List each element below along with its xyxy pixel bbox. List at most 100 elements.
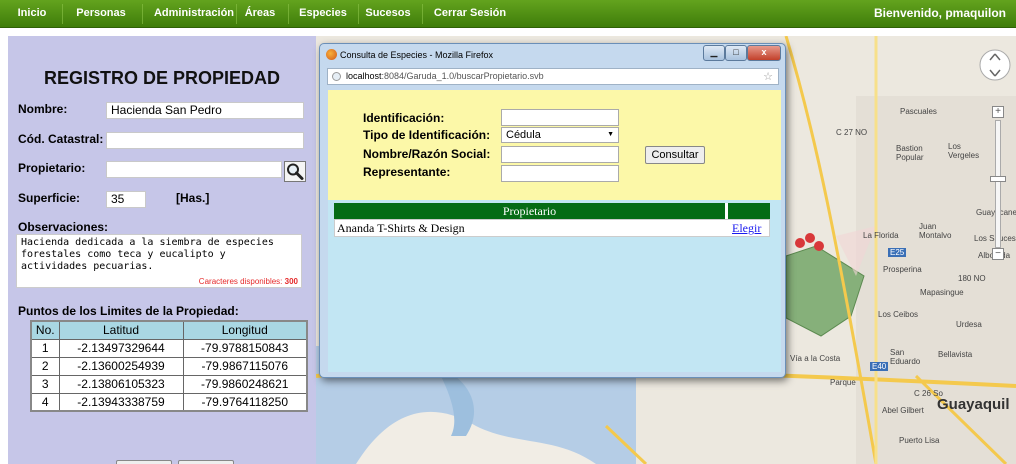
- top-nav: Inicio Personas Administración Áreas Esp…: [0, 0, 1016, 28]
- nav-especies[interactable]: Especies: [296, 0, 350, 28]
- map-label-abel-gilbert: Abel Gilbert: [882, 406, 924, 415]
- consultar-button[interactable]: Consultar: [645, 146, 705, 164]
- url-path: :8084/Garuda_1.0/buscarPropietario.svb: [381, 71, 544, 81]
- close-button[interactable]: x: [747, 45, 781, 61]
- nombre-field[interactable]: Hacienda San Pedro: [106, 102, 304, 119]
- table-row: 1 -2.13497329644 -79.9788150843: [30, 338, 308, 358]
- point-lon: -79.9867115076: [182, 356, 308, 376]
- nav-inicio[interactable]: Inicio: [10, 0, 54, 28]
- elegir-link[interactable]: Elegir: [732, 220, 761, 236]
- map-label-e25: E25: [888, 248, 907, 257]
- point-lat: -2.13600254939: [58, 356, 184, 376]
- chars-available-label: Caracteres disponibles:: [198, 277, 283, 286]
- map-label-puerto-lisa: Puerto Lisa: [899, 436, 940, 445]
- nombre-razon-field[interactable]: [501, 146, 619, 163]
- chevron-down-icon: ▼: [607, 131, 614, 138]
- zoom-out-button[interactable]: −: [992, 248, 1004, 260]
- map-label-e40: E40: [870, 362, 889, 371]
- col-latitud: Latitud: [58, 320, 184, 340]
- map-label-pascuales: Pascuales: [900, 107, 937, 116]
- point-no: 2: [30, 356, 60, 376]
- table-row: Ananda T-Shirts & Design Elegir: [334, 219, 770, 237]
- identificacion-label: Identificación:: [363, 111, 445, 125]
- superficie-unit: [Has.]: [176, 191, 210, 205]
- points-table: No. Latitud Longitud 1 -2.13497329644 -7…: [30, 320, 308, 412]
- map-label-via-costa: Vía a la Costa: [790, 354, 841, 363]
- tipo-select-value: Cédula: [506, 129, 541, 141]
- zoom-handle[interactable]: [990, 176, 1006, 182]
- points-title: Puntos de los Limites de la Propiedad:: [18, 304, 239, 318]
- cod-catastral-field[interactable]: [106, 132, 304, 149]
- point-lon: -79.9788150843: [182, 338, 308, 358]
- table-row: 4 -2.13943338759 -79.9764118250: [30, 392, 308, 412]
- save-button[interactable]: [116, 460, 172, 464]
- popup-title: Consulta de Especies - Mozilla Firefox: [340, 50, 494, 60]
- point-no: 4: [30, 392, 60, 412]
- point-lon: -79.9764118250: [182, 392, 308, 412]
- chars-available-count: 300: [284, 277, 298, 286]
- map-label-guayaquil: Guayaquil: [937, 396, 1010, 413]
- map-label-mapasingue: Mapasingue: [920, 288, 964, 297]
- propietario-field[interactable]: [106, 161, 282, 178]
- superficie-field[interactable]: 35: [106, 191, 146, 208]
- zoom-in-button[interactable]: +: [992, 106, 1004, 118]
- point-lat: -2.13943338759: [58, 392, 184, 412]
- col-longitud: Longitud: [182, 320, 308, 340]
- result-owner-name: Ananda T-Shirts & Design: [337, 221, 465, 235]
- point-no: 3: [30, 374, 60, 394]
- popup-content: Identificación: Tipo de Identificación: …: [328, 90, 781, 372]
- observaciones-label: Observaciones:: [18, 220, 109, 234]
- popup-window: Consulta de Especies - Mozilla Firefox ▁…: [319, 43, 786, 378]
- cod-catastral-label: Cód. Catastral:: [18, 132, 104, 146]
- map-label-c26: C 26 So: [914, 389, 943, 398]
- map-label-prosperina: Prosperina: [883, 265, 922, 274]
- nav-areas[interactable]: Áreas: [240, 0, 280, 28]
- minimize-button[interactable]: ▁: [703, 45, 725, 61]
- firefox-icon: [326, 49, 337, 60]
- globe-icon: [332, 72, 341, 81]
- map-pan-control[interactable]: [978, 48, 1012, 82]
- representante-label: Representante:: [363, 165, 451, 179]
- map-label-c27: C 27 NO: [836, 128, 868, 137]
- results-header: Propietario: [334, 203, 770, 219]
- tipo-label: Tipo de Identificación:: [363, 128, 491, 142]
- map-label-180: 180 NO: [958, 274, 986, 283]
- map-label-bellavista: Bellavista: [938, 350, 973, 359]
- identificacion-field[interactable]: [501, 109, 619, 126]
- search-owner-button[interactable]: [284, 161, 306, 182]
- welcome-text: Bienvenido, pmaquilon: [873, 6, 1006, 20]
- representante-field[interactable]: [501, 165, 619, 182]
- address-bar[interactable]: localhost:8084/Garuda_1.0/buscarPropieta…: [327, 68, 779, 85]
- zoom-slider[interactable]: [995, 120, 1001, 248]
- chars-available: Caracteres disponibles: 300: [128, 277, 298, 286]
- nav-administracion[interactable]: Administración: [148, 0, 240, 28]
- col-no: No.: [30, 320, 60, 340]
- map-label-los-ceibos: Los Ceibos: [878, 310, 919, 319]
- map-label-urdesa: Urdesa: [956, 320, 982, 329]
- nombre-label: Nombre:: [18, 102, 68, 116]
- nav-personas[interactable]: Personas: [68, 0, 134, 28]
- magnifier-icon: [287, 163, 304, 180]
- point-lon: -79.9860248621: [182, 374, 308, 394]
- cancel-button[interactable]: [178, 460, 234, 464]
- map-label-la-florida: La Florida: [863, 231, 899, 240]
- property-form-panel: REGISTRO DE PROPIEDAD Nombre: Hacienda S…: [8, 36, 316, 464]
- nav-sucesos[interactable]: Sucesos: [362, 0, 414, 28]
- point-no: 1: [30, 338, 60, 358]
- tipo-select[interactable]: Cédula ▼: [501, 127, 619, 143]
- nav-cerrar-sesion[interactable]: Cerrar Sesión: [428, 0, 512, 28]
- star-icon[interactable]: ☆: [763, 70, 773, 85]
- maximize-button[interactable]: □: [725, 45, 747, 61]
- results-header-propietario: Propietario: [334, 203, 728, 219]
- map-label-san-eduardo: San Eduardo: [890, 348, 921, 366]
- map-label-juan-montalvo: Juan Montalvo: [919, 222, 952, 240]
- superficie-label: Superficie:: [18, 191, 81, 205]
- table-row: 3 -2.13806105323 -79.9860248621: [30, 374, 308, 394]
- url-host: localhost: [346, 71, 382, 81]
- map-label-bastion: Bastion Popular: [896, 144, 924, 162]
- form-title: REGISTRO DE PROPIEDAD: [43, 68, 281, 88]
- search-form: Identificación: Tipo de Identificación: …: [328, 90, 781, 200]
- point-lat: -2.13806105323: [58, 374, 184, 394]
- map-label-vergeles: Los Vergeles: [948, 142, 980, 160]
- propietario-label: Propietario:: [18, 161, 86, 175]
